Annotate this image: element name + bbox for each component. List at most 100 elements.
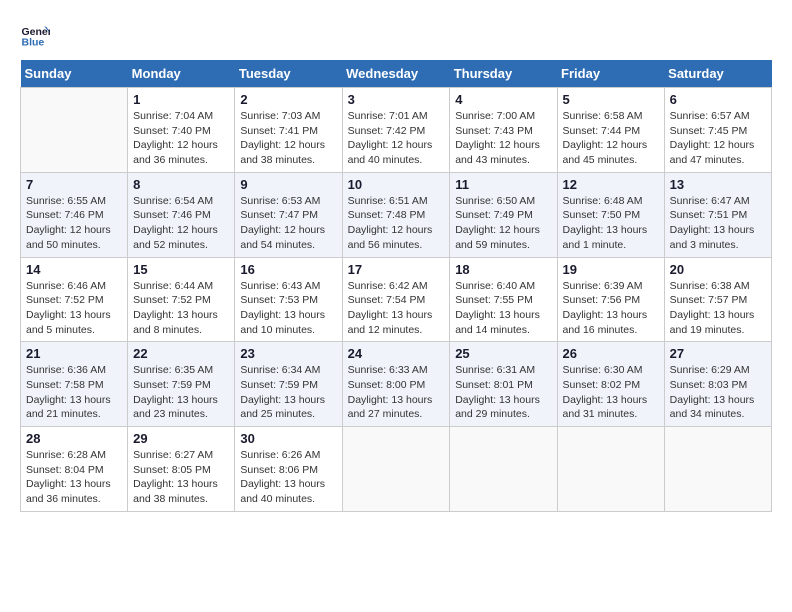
day-info: Sunrise: 6:39 AMSunset: 7:56 PMDaylight:… [563,279,659,338]
logo: General Blue [20,20,54,50]
calendar-cell: 30 Sunrise: 6:26 AMSunset: 8:06 PMDayligh… [235,427,342,512]
header-monday: Monday [128,60,235,88]
calendar-cell [450,427,557,512]
day-info: Sunrise: 6:27 AMSunset: 8:05 PMDaylight:… [133,448,229,507]
day-number: 28 [26,431,122,446]
calendar-table: SundayMondayTuesdayWednesdayThursdayFrid… [20,60,772,512]
day-number: 1 [133,92,229,107]
calendar-cell: 19 Sunrise: 6:39 AMSunset: 7:56 PMDayligh… [557,257,664,342]
day-number: 7 [26,177,122,192]
calendar-week-5: 28Sunrise: 6:28 AMSunset: 8:04 PMDayligh… [21,427,772,512]
day-number: 25 [455,346,551,361]
day-info: Sunrise: 6:34 AMSunset: 7:59 PMDaylight:… [240,363,336,422]
day-info: Sunrise: 6:53 AMSunset: 7:47 PMDaylight:… [240,194,336,253]
day-info: Sunrise: 6:51 AMSunset: 7:48 PMDaylight:… [348,194,445,253]
calendar-week-2: 7 Sunrise: 6:55 AMSunset: 7:46 PMDaylight… [21,172,772,257]
header-thursday: Thursday [450,60,557,88]
calendar-cell: 20 Sunrise: 6:38 AMSunset: 7:57 PMDayligh… [664,257,771,342]
day-info: Sunrise: 6:58 AMSunset: 7:44 PMDaylight:… [563,109,659,168]
day-info: Sunrise: 6:38 AMSunset: 7:57 PMDaylight:… [670,279,766,338]
day-number: 30 [240,431,336,446]
calendar-cell: 11 Sunrise: 6:50 AMSunset: 7:49 PMDayligh… [450,172,557,257]
calendar-cell: 2 Sunrise: 7:03 AMSunset: 7:41 PMDaylight… [235,88,342,173]
calendar-cell: 7 Sunrise: 6:55 AMSunset: 7:46 PMDaylight… [21,172,128,257]
day-info: Sunrise: 6:42 AMSunset: 7:54 PMDaylight:… [348,279,445,338]
page-header: General Blue [20,20,772,50]
day-info: Sunrise: 6:35 AMSunset: 7:59 PMDaylight:… [133,363,229,422]
day-number: 6 [670,92,766,107]
calendar-week-3: 14Sunrise: 6:46 AMSunset: 7:52 PMDayligh… [21,257,772,342]
header-saturday: Saturday [664,60,771,88]
calendar-cell: 12 Sunrise: 6:48 AMSunset: 7:50 PMDayligh… [557,172,664,257]
calendar-cell: 18Sunrise: 6:40 AMSunset: 7:55 PMDayligh… [450,257,557,342]
day-info: Sunrise: 6:33 AMSunset: 8:00 PMDaylight:… [348,363,445,422]
day-info: Sunrise: 6:48 AMSunset: 7:50 PMDaylight:… [563,194,659,253]
calendar-cell: 16 Sunrise: 6:43 AMSunset: 7:53 PMDayligh… [235,257,342,342]
day-info: Sunrise: 6:43 AMSunset: 7:53 PMDaylight:… [240,279,336,338]
header-tuesday: Tuesday [235,60,342,88]
day-info: Sunrise: 6:54 AMSunset: 7:46 PMDaylight:… [133,194,229,253]
calendar-cell: 29 Sunrise: 6:27 AMSunset: 8:05 PMDayligh… [128,427,235,512]
calendar-cell [21,88,128,173]
calendar-cell: 15 Sunrise: 6:44 AMSunset: 7:52 PMDayligh… [128,257,235,342]
calendar-cell: 26 Sunrise: 6:30 AMSunset: 8:02 PMDayligh… [557,342,664,427]
calendar-cell: 9 Sunrise: 6:53 AMSunset: 7:47 PMDaylight… [235,172,342,257]
calendar-week-1: 1 Sunrise: 7:04 AMSunset: 7:40 PMDaylight… [21,88,772,173]
calendar-cell: 22Sunrise: 6:35 AMSunset: 7:59 PMDayligh… [128,342,235,427]
svg-text:Blue: Blue [22,37,45,49]
day-info: Sunrise: 6:50 AMSunset: 7:49 PMDaylight:… [455,194,551,253]
day-number: 11 [455,177,551,192]
day-number: 21 [26,346,122,361]
day-number: 3 [348,92,445,107]
day-info: Sunrise: 6:31 AMSunset: 8:01 PMDaylight:… [455,363,551,422]
calendar-week-4: 21Sunrise: 6:36 AMSunset: 7:58 PMDayligh… [21,342,772,427]
day-number: 16 [240,262,336,277]
calendar-cell [664,427,771,512]
day-number: 23 [240,346,336,361]
calendar-cell: 24 Sunrise: 6:33 AMSunset: 8:00 PMDayligh… [342,342,450,427]
calendar-cell: 8 Sunrise: 6:54 AMSunset: 7:46 PMDaylight… [128,172,235,257]
day-number: 2 [240,92,336,107]
header-friday: Friday [557,60,664,88]
header-sunday: Sunday [21,60,128,88]
day-number: 19 [563,262,659,277]
day-number: 4 [455,92,551,107]
calendar-header-row: SundayMondayTuesdayWednesdayThursdayFrid… [21,60,772,88]
day-number: 9 [240,177,336,192]
day-number: 13 [670,177,766,192]
day-info: Sunrise: 7:00 AMSunset: 7:43 PMDaylight:… [455,109,551,168]
calendar-cell: 23 Sunrise: 6:34 AMSunset: 7:59 PMDayligh… [235,342,342,427]
calendar-cell: 10 Sunrise: 6:51 AMSunset: 7:48 PMDayligh… [342,172,450,257]
day-info: Sunrise: 6:26 AMSunset: 8:06 PMDaylight:… [240,448,336,507]
day-info: Sunrise: 7:04 AMSunset: 7:40 PMDaylight:… [133,109,229,168]
calendar-cell: 25 Sunrise: 6:31 AMSunset: 8:01 PMDayligh… [450,342,557,427]
calendar-cell: 17 Sunrise: 6:42 AMSunset: 7:54 PMDayligh… [342,257,450,342]
day-number: 15 [133,262,229,277]
day-number: 8 [133,177,229,192]
calendar-cell: 3 Sunrise: 7:01 AMSunset: 7:42 PMDaylight… [342,88,450,173]
day-info: Sunrise: 7:01 AMSunset: 7:42 PMDaylight:… [348,109,445,168]
calendar-cell: 6Sunrise: 6:57 AMSunset: 7:45 PMDaylight… [664,88,771,173]
day-number: 24 [348,346,445,361]
day-number: 29 [133,431,229,446]
day-number: 26 [563,346,659,361]
day-info: Sunrise: 6:29 AMSunset: 8:03 PMDaylight:… [670,363,766,422]
day-info: Sunrise: 6:30 AMSunset: 8:02 PMDaylight:… [563,363,659,422]
day-info: Sunrise: 6:44 AMSunset: 7:52 PMDaylight:… [133,279,229,338]
day-number: 18 [455,262,551,277]
calendar-cell [342,427,450,512]
logo-icon: General Blue [20,20,50,50]
day-info: Sunrise: 7:03 AMSunset: 7:41 PMDaylight:… [240,109,336,168]
calendar-cell: 14Sunrise: 6:46 AMSunset: 7:52 PMDayligh… [21,257,128,342]
day-info: Sunrise: 6:46 AMSunset: 7:52 PMDaylight:… [26,279,122,338]
calendar-cell: 4 Sunrise: 7:00 AMSunset: 7:43 PMDaylight… [450,88,557,173]
day-number: 12 [563,177,659,192]
day-number: 17 [348,262,445,277]
day-number: 10 [348,177,445,192]
calendar-cell: 1 Sunrise: 7:04 AMSunset: 7:40 PMDaylight… [128,88,235,173]
day-info: Sunrise: 6:55 AMSunset: 7:46 PMDaylight:… [26,194,122,253]
day-info: Sunrise: 6:47 AMSunset: 7:51 PMDaylight:… [670,194,766,253]
day-number: 20 [670,262,766,277]
day-number: 27 [670,346,766,361]
calendar-cell: 13 Sunrise: 6:47 AMSunset: 7:51 PMDayligh… [664,172,771,257]
